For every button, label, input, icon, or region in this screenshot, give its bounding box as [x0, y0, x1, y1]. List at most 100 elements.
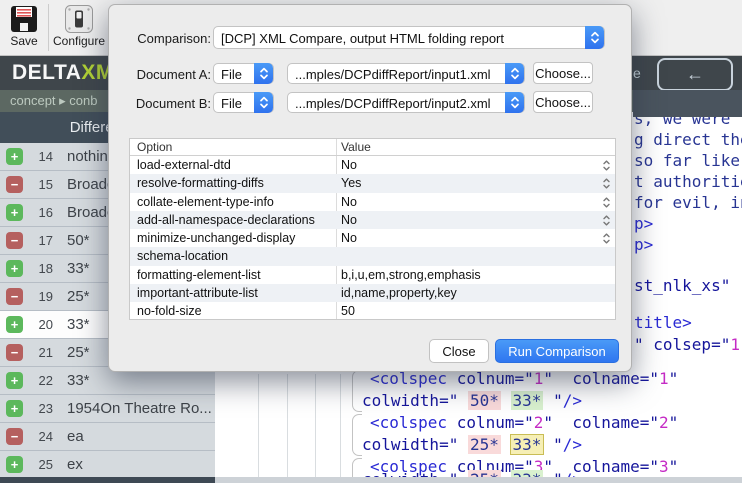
added-badge: + — [6, 316, 23, 333]
save-label: Save — [2, 34, 46, 48]
dropdown-stepper-icon — [585, 26, 604, 49]
diff-label: 33* — [67, 260, 90, 277]
configure-label: Configure — [50, 34, 108, 48]
dropdown-stepper-icon — [505, 63, 524, 84]
choose-a-button[interactable]: Choose... — [533, 62, 593, 84]
option-row[interactable]: no-fold-size 50 — [130, 302, 615, 320]
run-comparison-button[interactable]: Run Comparison — [495, 339, 619, 363]
diff-number: 14 — [29, 149, 53, 164]
removed-badge: − — [6, 176, 23, 193]
save-button[interactable]: Save — [2, 2, 46, 53]
removed-badge: − — [6, 428, 23, 445]
option-row[interactable]: important-attribute-listid,name,property… — [130, 284, 615, 302]
option-row[interactable]: load-external-dtdNo — [130, 156, 615, 174]
diff-label: 33* — [67, 372, 90, 389]
option-row[interactable]: minimize-unchanged-displayNo — [130, 229, 615, 247]
options-table-header: Option Value — [130, 139, 615, 156]
option-name: important-attribute-list — [137, 286, 258, 300]
fold-bracket[interactable] — [352, 414, 362, 456]
diff-number: 18 — [29, 261, 53, 276]
option-name: no-fold-size — [137, 304, 202, 318]
code-fragment: g direct the — [634, 129, 742, 150]
option-name: formatting-element-list — [137, 268, 261, 282]
code-fragment: title> — [634, 312, 692, 333]
deltaxml-app: s, we wereg direct theso far liket autho… — [0, 0, 742, 483]
option-value: 50 — [341, 304, 355, 318]
diff-number: 24 — [29, 429, 53, 444]
indent-guide — [315, 374, 316, 477]
option-row[interactable]: formatting-element-listb,i,u,em,strong,e… — [130, 266, 615, 284]
removed-badge: − — [6, 288, 23, 305]
back-button[interactable]: ← — [657, 58, 733, 91]
code-fragment: p> — [634, 213, 653, 234]
sidebar-footer — [0, 477, 215, 483]
option-name: load-external-dtd — [137, 158, 231, 172]
value-stepper-icon[interactable] — [602, 214, 611, 230]
code-fragment: st_nlk_xs" — [634, 275, 730, 296]
removed-badge: − — [6, 232, 23, 249]
document-a-label: Document A: — [117, 67, 211, 82]
indent-guide — [287, 374, 288, 477]
configure-button[interactable]: Configure — [50, 2, 108, 53]
code-xml-line: colwidth=" 50* 33* "/> — [362, 390, 582, 411]
value-stepper-icon[interactable] — [602, 196, 611, 212]
diff-label: 50* — [67, 232, 90, 249]
added-badge: + — [6, 372, 23, 389]
logo-delta: DELTA — [12, 61, 81, 84]
added-badge: + — [6, 260, 23, 277]
comparison-select[interactable]: [DCP] XML Compare, output HTML folding r… — [213, 26, 605, 49]
diff-number: 25 — [29, 457, 53, 472]
option-value: No — [341, 231, 357, 245]
option-name: collate-element-type-info — [137, 195, 274, 209]
options-table-body: load-external-dtdNoresolve-formatting-di… — [130, 156, 615, 320]
diff-label: 25* — [67, 288, 90, 305]
code-xml-line: colwidth=" 25* 33* "/> — [362, 434, 582, 455]
comparison-value: [DCP] XML Compare, output HTML folding r… — [221, 27, 582, 50]
column-option: Option — [137, 140, 172, 154]
nav-fragment: e — [633, 65, 641, 81]
save-icon — [9, 4, 39, 34]
option-row[interactable]: add-all-namespace-declarationsNo — [130, 211, 615, 229]
options-table: Option Value load-external-dtdNoresolve-… — [129, 138, 616, 320]
value-stepper-icon[interactable] — [602, 177, 611, 193]
option-row[interactable]: schema-location — [130, 247, 615, 265]
close-button[interactable]: Close — [429, 339, 489, 363]
document-b-label: Document B: — [117, 96, 211, 111]
document-a-type: File — [221, 64, 251, 85]
diff-label: ex — [67, 456, 83, 473]
removed-badge: − — [6, 344, 23, 361]
diff-row[interactable]: −24ea — [0, 423, 215, 451]
option-value: No — [341, 195, 357, 209]
option-name: resolve-formatting-diffs — [137, 176, 264, 190]
document-a-path-select[interactable]: ...mples/DCPdiffReport/input1.xml — [287, 63, 525, 84]
value-stepper-icon[interactable] — [602, 232, 611, 248]
option-value: Yes — [341, 176, 361, 190]
back-arrow-icon: ← — [686, 64, 704, 84]
column-value: Value — [341, 140, 371, 154]
diff-row[interactable]: +231954On Theatre Ro... — [0, 395, 215, 423]
added-badge: + — [6, 456, 23, 473]
indent-guide — [258, 374, 259, 477]
value-stepper-icon[interactable] — [602, 159, 611, 175]
comparison-dialog: Comparison: [DCP] XML Compare, output HT… — [108, 4, 632, 372]
option-row[interactable]: resolve-formatting-diffs Yes — [130, 174, 615, 192]
document-a-path: ...mples/DCPdiffReport/input1.xml — [295, 64, 502, 85]
dropdown-stepper-icon — [254, 92, 273, 113]
option-row[interactable]: collate-element-type-info No — [130, 193, 615, 211]
document-a-type-select[interactable]: File — [213, 63, 274, 84]
diff-row[interactable]: +25 ex — [0, 451, 215, 479]
code-scrollbar[interactable] — [215, 477, 742, 483]
document-b-type: File — [221, 93, 251, 114]
diff-number: 16 — [29, 205, 53, 220]
document-b-path-select[interactable]: ...mples/DCPdiffReport/input2.xml — [287, 92, 525, 113]
document-b-type-select[interactable]: File — [213, 92, 274, 113]
indent-guide — [340, 374, 341, 477]
choose-b-button[interactable]: Choose... — [533, 91, 593, 113]
added-badge: + — [6, 204, 23, 221]
code-fragment: " colsep="1" — [634, 334, 742, 355]
diff-number: 23 — [29, 401, 53, 416]
fold-bracket[interactable] — [352, 370, 362, 412]
diff-label: 1954On Theatre Ro... — [67, 400, 212, 417]
dropdown-stepper-icon — [505, 92, 524, 113]
code-fragment: t authorities — [634, 171, 742, 192]
